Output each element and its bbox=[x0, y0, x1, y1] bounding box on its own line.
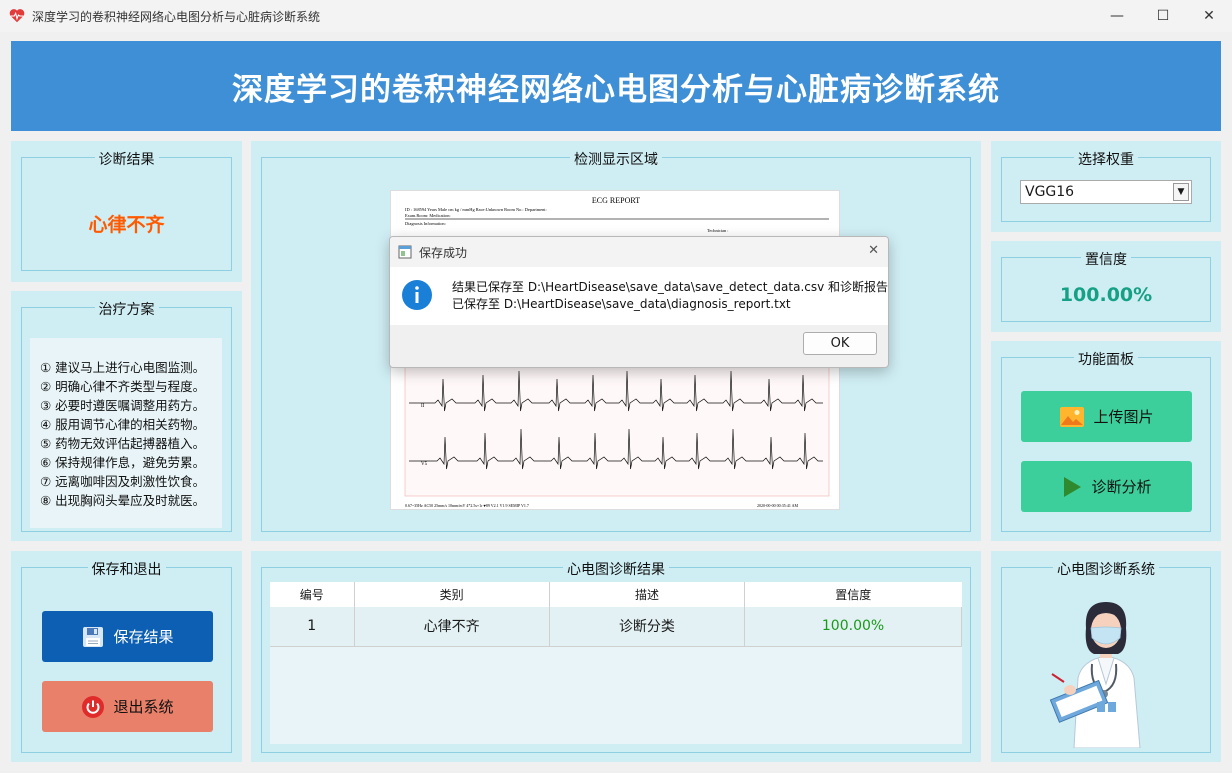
results-panel: 心电图诊断结果 编号 类别 描述 置信度 1 心律不齐 诊断分类 100.00% bbox=[251, 551, 981, 762]
image-icon bbox=[1059, 406, 1085, 428]
upload-image-label: 上传图片 bbox=[1093, 408, 1154, 426]
window-title: 深度学习的卷积神经网络心电图分析与心脏病诊断系统 bbox=[32, 9, 321, 24]
window-titlebar: 深度学习的卷积神经网络心电图分析与心脏病诊断系统 — ☐ ✕ bbox=[0, 0, 1232, 32]
app-header: 深度学习的卷积神经网络心电图分析与心脏病诊断系统 bbox=[11, 41, 1221, 131]
doctor-illustration bbox=[1049, 602, 1141, 748]
ecg-footer-left: 0.67~35Hz AC50 25mm/s 10mm/mV 4*2.5s+1r … bbox=[405, 503, 529, 508]
treatment-item: ⑦ 远离咖啡因及刺激性饮食。 bbox=[40, 474, 206, 489]
confidence-panel: 置信度 100.00% bbox=[991, 241, 1221, 332]
treatment-item: ① 建议马上进行心电图监测。 bbox=[40, 360, 206, 375]
diagnosis-panel: 诊断结果 心律不齐 bbox=[11, 141, 242, 282]
diagnose-analysis-button[interactable]: 诊断分析 bbox=[1021, 461, 1192, 512]
treatment-item: ⑤ 药物无效评估起搏器植入。 bbox=[40, 436, 206, 451]
minimize-button[interactable]: — bbox=[1094, 0, 1140, 32]
treatment-list: ① 建议马上进行心电图监测。 ② 明确心律不齐类型与程度。 ③ 必要时遵医嘱调整… bbox=[30, 338, 222, 528]
system-panel: 心电图诊断系统 bbox=[991, 551, 1221, 762]
floppy-disk-icon bbox=[81, 625, 105, 649]
cell-confidence: 100.00% bbox=[744, 607, 962, 647]
table-header-row: 编号 类别 描述 置信度 bbox=[270, 582, 962, 607]
dialog-message: 结果已保存至 D:\HeartDisease\save_data\save_de… bbox=[452, 279, 888, 313]
results-title: 心电图诊断结果 bbox=[563, 562, 669, 578]
save-results-label: 保存结果 bbox=[113, 628, 174, 646]
ecg-diagnosis-line: Diagnosis Information: bbox=[405, 221, 446, 226]
treatment-item: ③ 必要时遵医嘱调整用药方。 bbox=[40, 398, 206, 413]
functions-group: 功能面板 上传图片 诊断分析 bbox=[1001, 352, 1211, 532]
diagnose-analysis-label: 诊断分析 bbox=[1091, 478, 1152, 496]
ok-button[interactable]: OK bbox=[803, 332, 877, 355]
confidence-group: 置信度 100.00% bbox=[1001, 252, 1211, 322]
results-group: 心电图诊断结果 编号 类别 描述 置信度 1 心律不齐 诊断分类 100.00% bbox=[261, 562, 971, 753]
diagnosis-group: 诊断结果 心律不齐 bbox=[21, 152, 232, 271]
weights-group: 选择权重 VGG16 ▼ bbox=[1001, 152, 1211, 222]
save-exit-group: 保存和退出 保存结果 退出系统 bbox=[21, 562, 232, 753]
weights-panel: 选择权重 VGG16 ▼ bbox=[991, 141, 1221, 232]
ecg-exam-line: Exam.Room: Medication: bbox=[405, 213, 451, 218]
ecg-lead-ii: II bbox=[421, 404, 425, 409]
table-row[interactable]: 1 心律不齐 诊断分类 100.00% bbox=[270, 607, 962, 647]
exit-system-button[interactable]: 退出系统 bbox=[42, 681, 213, 732]
treatment-item: ④ 服用调节心律的相关药物。 bbox=[40, 417, 206, 432]
functions-title: 功能面板 bbox=[1074, 352, 1138, 368]
dialog-close-icon[interactable]: ✕ bbox=[868, 243, 879, 258]
ecg-id-line: ID : 168594 Years Male cm kg / mmHg Race… bbox=[405, 207, 547, 212]
diagnosis-result: 心律不齐 bbox=[88, 214, 165, 236]
play-icon bbox=[1061, 475, 1083, 499]
treatment-item: ⑧ 出现胸闷头晕应及时就医。 bbox=[40, 493, 206, 508]
column-header-category[interactable]: 类别 bbox=[354, 582, 550, 607]
column-header-confidence[interactable]: 置信度 bbox=[744, 582, 962, 607]
save-exit-panel: 保存和退出 保存结果 退出系统 bbox=[11, 551, 242, 762]
exit-system-label: 退出系统 bbox=[113, 698, 174, 716]
dropdown-arrow-icon[interactable]: ▼ bbox=[1173, 183, 1189, 201]
save-results-button[interactable]: 保存结果 bbox=[42, 611, 213, 662]
upload-image-button[interactable]: 上传图片 bbox=[1021, 391, 1192, 442]
weights-title: 选择权重 bbox=[1074, 152, 1138, 168]
confidence-title: 置信度 bbox=[1081, 252, 1131, 268]
page-title: 深度学习的卷积神经网络心电图分析与心脏病诊断系统 bbox=[232, 71, 1000, 108]
treatment-panel: 治疗方案 ① 建议马上进行心电图监测。 ② 明确心律不齐类型与程度。 ③ 必要时… bbox=[11, 291, 242, 541]
diagnosis-title: 诊断结果 bbox=[94, 152, 159, 168]
ecg-technician: Technician : bbox=[707, 228, 729, 233]
column-header-description[interactable]: 描述 bbox=[549, 582, 746, 607]
dialog-app-icon bbox=[398, 245, 412, 259]
maximize-button[interactable]: ☐ bbox=[1140, 0, 1186, 32]
ecg-lead-v5: V5 bbox=[421, 462, 428, 467]
dialog-title: 保存成功 bbox=[419, 245, 468, 260]
heart-icon bbox=[9, 9, 25, 23]
save-exit-title: 保存和退出 bbox=[87, 562, 166, 578]
confidence-value: 100.00% bbox=[1059, 284, 1153, 306]
system-group: 心电图诊断系统 bbox=[1001, 562, 1211, 753]
ecg-report-title: ECG REPORT bbox=[592, 196, 640, 205]
dialog-message-line1: 结果已保存至 D:\HeartDisease\save_data\save_de… bbox=[452, 280, 889, 294]
info-icon bbox=[401, 279, 433, 315]
power-icon bbox=[81, 695, 105, 719]
main-content: 深度学习的卷积神经网络心电图分析与心脏病诊断系统 诊断结果 心律不齐 治疗方案 … bbox=[0, 32, 1232, 773]
ecg-footer-right: 2020-00-00 00:35:41 AM bbox=[757, 503, 799, 508]
dialog-message-line2: 已保存至 D:\HeartDisease\save_data\diagnosis… bbox=[452, 297, 791, 311]
weights-select[interactable]: VGG16 ▼ bbox=[1020, 180, 1192, 204]
detection-title: 检测显示区域 bbox=[570, 152, 662, 168]
cell-id: 1 bbox=[270, 607, 355, 647]
results-table: 编号 类别 描述 置信度 1 心律不齐 诊断分类 100.00% bbox=[270, 582, 962, 647]
cell-category: 心律不齐 bbox=[354, 607, 550, 647]
treatment-item: ⑥ 保持规律作息，避免劳累。 bbox=[40, 455, 206, 470]
close-button[interactable]: ✕ bbox=[1186, 0, 1232, 32]
functions-panel: 功能面板 上传图片 诊断分析 bbox=[991, 341, 1221, 541]
cell-description: 诊断分类 bbox=[549, 607, 746, 647]
weights-selected-value: VGG16 bbox=[1025, 184, 1075, 200]
dialog-titlebar: 保存成功 ✕ bbox=[390, 237, 888, 267]
system-title: 心电图诊断系统 bbox=[1053, 562, 1159, 578]
treatment-item: ② 明确心律不齐类型与程度。 bbox=[40, 379, 206, 394]
treatment-group: 治疗方案 ① 建议马上进行心电图监测。 ② 明确心律不齐类型与程度。 ③ 必要时… bbox=[21, 302, 232, 532]
save-success-dialog: 保存成功 ✕ 结果已保存至 D:\HeartDisease\save_data\… bbox=[389, 236, 889, 368]
treatment-title: 治疗方案 bbox=[94, 302, 159, 318]
dialog-body: 结果已保存至 D:\HeartDisease\save_data\save_de… bbox=[390, 267, 888, 325]
column-header-id[interactable]: 编号 bbox=[270, 582, 355, 607]
